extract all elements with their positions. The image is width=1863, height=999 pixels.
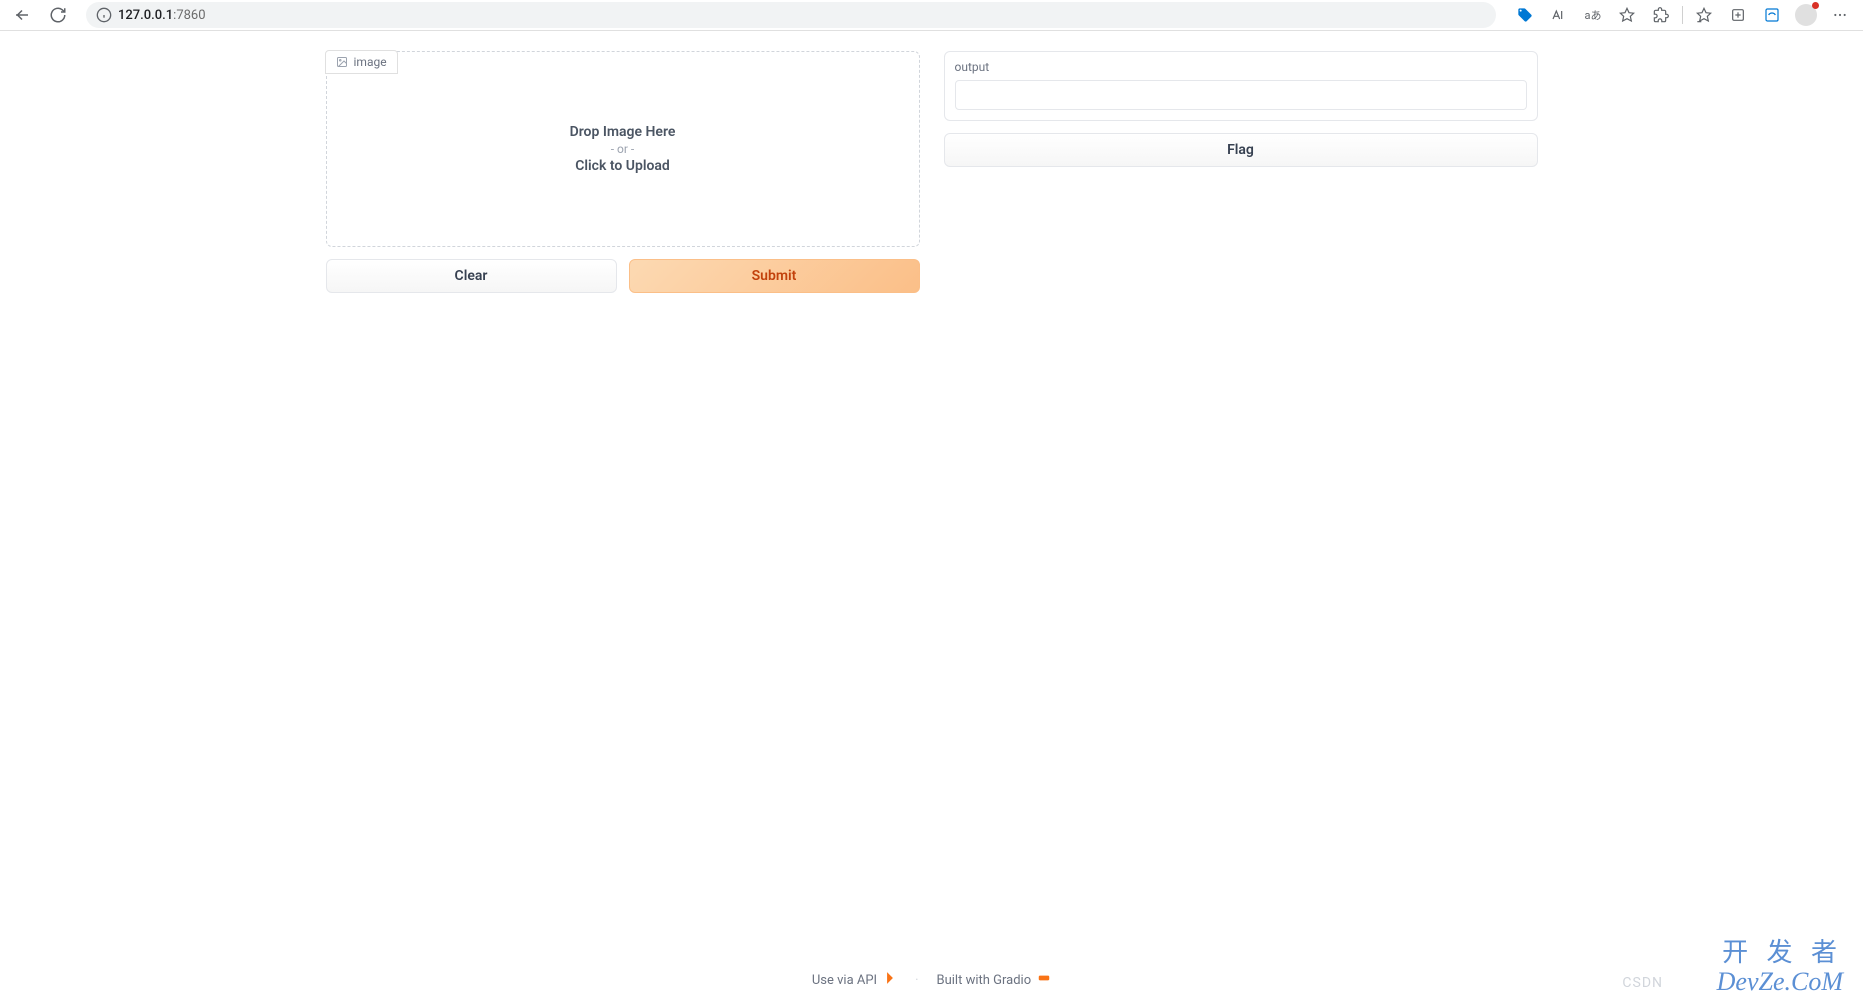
api-link[interactable]: Use via API <box>812 971 897 989</box>
drop-text-line1: Drop Image Here <box>570 124 676 140</box>
main-container: image Drop Image Here - or - Click to Up… <box>0 31 1863 313</box>
button-row: Clear Submit <box>326 259 920 293</box>
drop-text-line2: Click to Upload <box>575 158 670 174</box>
avatar-icon <box>1795 4 1817 26</box>
refresh-button[interactable] <box>44 1 72 29</box>
output-column: output Flag <box>944 51 1538 293</box>
back-button[interactable] <box>8 1 36 29</box>
submit-button-label: Submit <box>752 268 797 284</box>
api-icon <box>883 971 897 989</box>
image-drop-area[interactable]: Drop Image Here - or - Click to Upload <box>326 51 920 247</box>
favorites-list-icon[interactable] <box>1689 1 1719 29</box>
image-tab-label: image <box>354 55 387 69</box>
more-menu-icon[interactable] <box>1825 1 1855 29</box>
image-icon <box>336 56 348 68</box>
gradio-link[interactable]: Built with Gradio <box>937 971 1052 989</box>
clear-button[interactable]: Clear <box>326 259 617 293</box>
flag-button[interactable]: Flag <box>944 133 1538 167</box>
edge-app-icon[interactable] <box>1757 1 1787 29</box>
info-icon <box>96 7 112 23</box>
refresh-icon <box>49 6 67 24</box>
price-tag-icon[interactable] <box>1510 1 1540 29</box>
footer-separator: · <box>915 973 918 988</box>
url-host: 127.0.0.1 <box>118 8 173 23</box>
text-size-icon[interactable] <box>1544 1 1574 29</box>
input-column: image Drop Image Here - or - Click to Up… <box>326 51 920 293</box>
gradio-link-text: Built with Gradio <box>937 973 1032 988</box>
gradio-icon <box>1037 971 1051 989</box>
favorite-star-icon[interactable] <box>1612 1 1642 29</box>
watermark-csdn: CSDN <box>1622 975 1663 991</box>
url-port: :7860 <box>173 8 205 23</box>
output-field <box>955 80 1527 110</box>
browser-toolbar: 127.0.0.1:7860 aあ <box>0 0 1863 31</box>
flag-button-label: Flag <box>1227 142 1254 158</box>
collections-icon[interactable] <box>1723 1 1753 29</box>
output-panel: output <box>944 51 1538 121</box>
translate-icon[interactable]: aあ <box>1578 1 1608 29</box>
toolbar-right-icons: aあ <box>1510 1 1855 29</box>
watermark-cn: 开 发 者 <box>1722 932 1843 969</box>
url-text: 127.0.0.1:7860 <box>118 8 206 23</box>
extensions-icon[interactable] <box>1646 1 1676 29</box>
footer: Use via API · Built with Gradio <box>0 971 1863 989</box>
image-input-wrapper: image Drop Image Here - or - Click to Up… <box>326 51 920 247</box>
drop-text-or: - or - <box>611 142 635 156</box>
toolbar-separator <box>1682 6 1683 24</box>
output-label: output <box>955 60 1527 74</box>
profile-avatar[interactable] <box>1791 1 1821 29</box>
api-link-text: Use via API <box>812 973 877 988</box>
clear-button-label: Clear <box>455 268 488 284</box>
watermark-devze: DevZe.CoM <box>1717 967 1843 997</box>
gradio-layout: image Drop Image Here - or - Click to Up… <box>326 51 1538 293</box>
submit-button[interactable]: Submit <box>629 259 920 293</box>
arrow-left-icon <box>13 6 31 24</box>
image-tab[interactable]: image <box>325 50 398 74</box>
address-bar[interactable]: 127.0.0.1:7860 <box>86 2 1496 28</box>
